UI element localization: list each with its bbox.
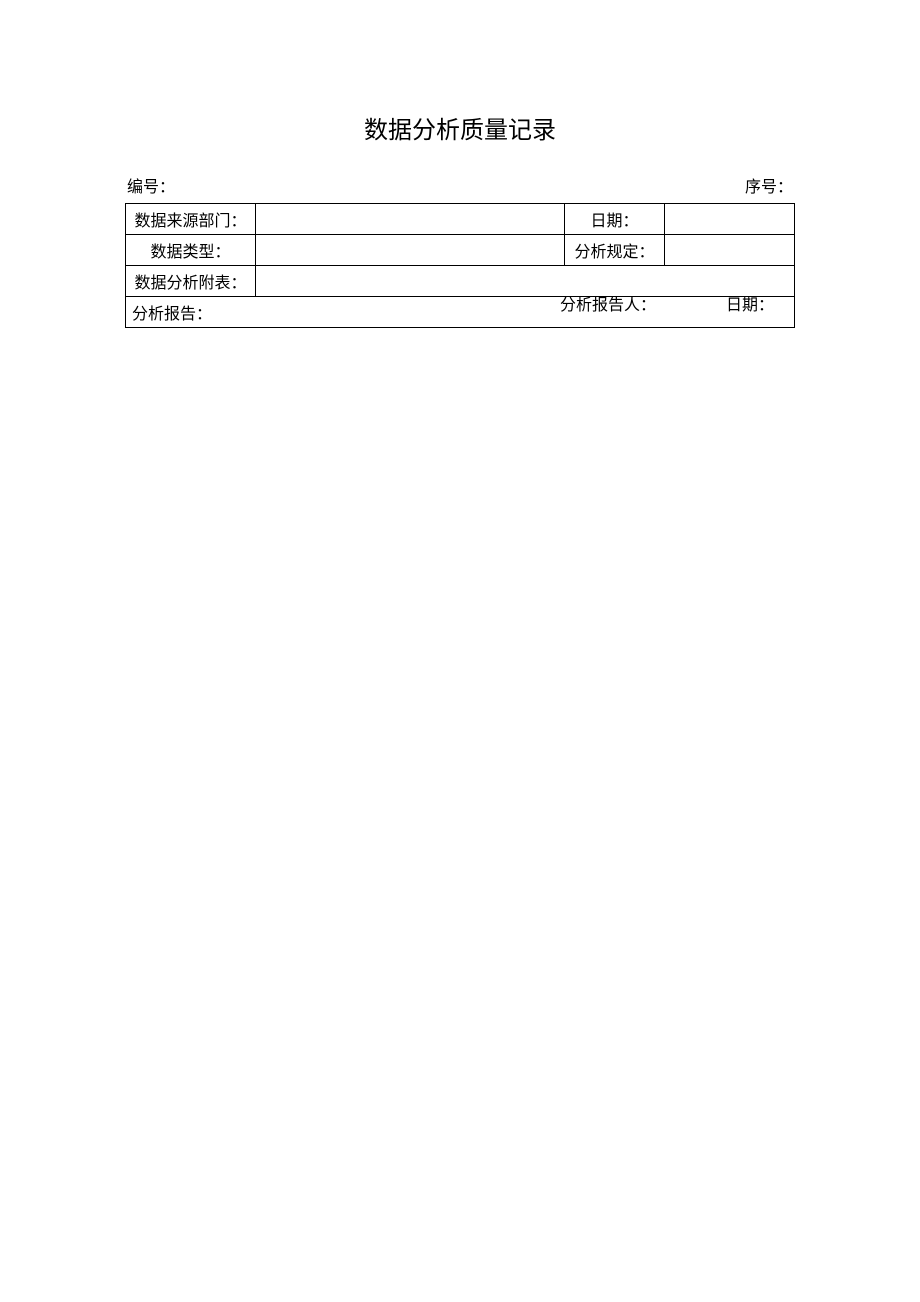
table-row: 数据来源部门： 日期： bbox=[126, 204, 795, 235]
data-type-value bbox=[256, 235, 565, 266]
reporter-label: 分析报告人： bbox=[560, 291, 656, 315]
number-label: 编号： bbox=[127, 173, 175, 197]
table-row: 分析报告： 分析报告人： 日期： bbox=[126, 297, 795, 328]
report-footer: 分析报告人： 日期： bbox=[560, 291, 774, 315]
source-dept-value bbox=[256, 204, 565, 235]
meta-row: 编号： 序号： bbox=[125, 173, 795, 197]
report-cell: 分析报告： 分析报告人： 日期： bbox=[126, 297, 795, 328]
page-title: 数据分析质量记录 bbox=[125, 110, 795, 145]
document-page: 数据分析质量记录 编号： 序号： 数据来源部门： 日期： 数据类型： 分析规定：… bbox=[0, 0, 920, 328]
table-row: 数据类型： 分析规定： bbox=[126, 235, 795, 266]
form-table: 数据来源部门： 日期： 数据类型： 分析规定： 数据分析附表： 分析报告： 分析… bbox=[125, 203, 795, 328]
date-label: 日期： bbox=[565, 204, 665, 235]
report-date-label: 日期： bbox=[726, 291, 774, 315]
attachment-label: 数据分析附表： bbox=[126, 266, 256, 297]
serial-label: 序号： bbox=[745, 173, 793, 197]
analysis-rule-value bbox=[665, 235, 795, 266]
data-type-label: 数据类型： bbox=[126, 235, 256, 266]
date-value bbox=[665, 204, 795, 235]
analysis-rule-label: 分析规定： bbox=[565, 235, 665, 266]
source-dept-label: 数据来源部门： bbox=[126, 204, 256, 235]
